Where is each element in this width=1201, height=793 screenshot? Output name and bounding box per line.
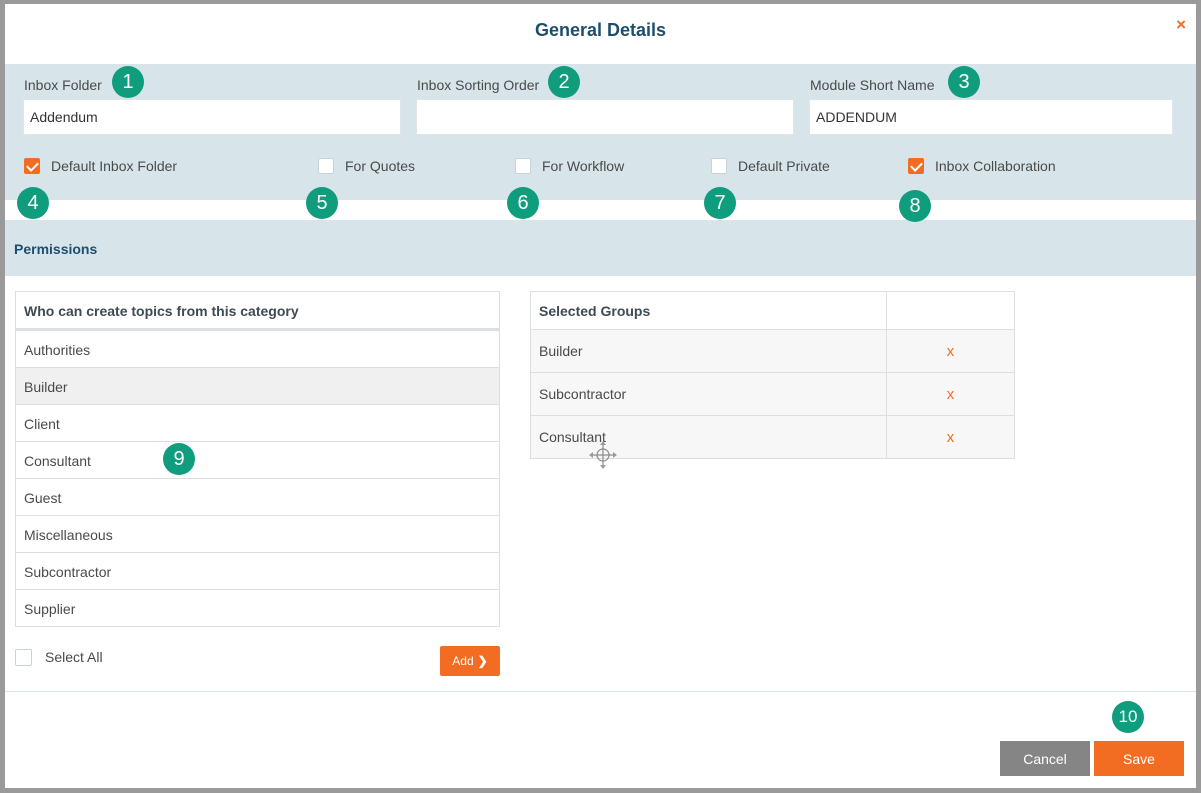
remove-icon[interactable]: x: [886, 329, 1015, 373]
available-groups-list: Who can create topics from this category…: [15, 291, 500, 627]
default-private-checkbox[interactable]: [711, 158, 727, 174]
save-button[interactable]: Save: [1094, 741, 1184, 776]
list-item[interactable]: Supplier: [16, 589, 499, 626]
available-groups-header: Who can create topics from this category: [16, 292, 499, 330]
annotation-badge-1: 1: [112, 66, 144, 98]
annotation-badge-10: 10: [1112, 701, 1144, 733]
annotation-badge-5: 5: [306, 187, 338, 219]
list-item[interactable]: Authorities: [16, 330, 499, 367]
list-item[interactable]: Consultant: [16, 441, 499, 478]
selected-group-name: Subcontractor: [530, 372, 887, 416]
default-inbox-folder-checkbox[interactable]: [24, 158, 40, 174]
chevron-right-icon: ❯: [477, 654, 488, 668]
for-quotes-label: For Quotes: [345, 158, 416, 174]
inbox-folder-label: Inbox Folder: [24, 77, 102, 93]
annotation-badge-2: 2: [548, 66, 580, 98]
inbox-collaboration-label: Inbox Collaboration: [935, 158, 1056, 174]
annotation-badge-7: 7: [704, 187, 736, 219]
annotation-badge-4: 4: [17, 187, 49, 219]
selected-group-name: Builder: [530, 329, 887, 373]
selected-group-name: Consultant: [530, 415, 887, 459]
select-all-checkbox[interactable]: [15, 649, 32, 666]
default-private-label: Default Private: [738, 158, 830, 174]
annotation-badge-6: 6: [507, 187, 539, 219]
list-item[interactable]: Guest: [16, 478, 499, 515]
list-item[interactable]: Miscellaneous: [16, 515, 499, 552]
for-quotes-checkbox[interactable]: [318, 158, 334, 174]
selected-groups-header: Selected Groups: [530, 291, 887, 330]
select-all-label: Select All: [45, 649, 103, 665]
table-header-row: Selected Groups: [530, 291, 1015, 330]
general-details-dialog: General Details × Inbox Folder Inbox Sor…: [5, 4, 1196, 788]
permissions-band: [5, 220, 1196, 276]
list-item[interactable]: Subcontractor: [16, 552, 499, 589]
inbox-sorting-order-input[interactable]: [416, 99, 794, 135]
inbox-folder-input[interactable]: [23, 99, 401, 135]
add-button[interactable]: Add ❯: [440, 646, 500, 676]
permissions-title: Permissions: [14, 241, 98, 257]
annotation-badge-3: 3: [948, 66, 980, 98]
module-short-name-label: Module Short Name: [810, 77, 935, 93]
add-button-label: Add: [452, 654, 474, 668]
for-workflow-checkbox[interactable]: [515, 158, 531, 174]
remove-icon[interactable]: x: [886, 415, 1015, 459]
module-short-name-input[interactable]: [809, 99, 1173, 135]
annotation-badge-9: 9: [163, 443, 195, 475]
move-cursor-icon: [589, 441, 617, 469]
selected-groups-table: Selected Groups Builder x Subcontractor …: [530, 291, 1015, 459]
list-item[interactable]: Client: [16, 404, 499, 441]
cancel-button[interactable]: Cancel: [1000, 741, 1090, 776]
remove-icon[interactable]: x: [886, 372, 1015, 416]
list-item[interactable]: Builder: [16, 367, 499, 404]
table-row: Subcontractor x: [530, 372, 1015, 416]
close-icon[interactable]: ×: [1176, 15, 1186, 35]
footer-divider: [5, 691, 1196, 692]
default-inbox-folder-label: Default Inbox Folder: [51, 158, 178, 174]
inbox-sorting-order-label: Inbox Sorting Order: [417, 77, 540, 93]
table-row: Builder x: [530, 329, 1015, 373]
for-workflow-label: For Workflow: [542, 158, 625, 174]
remove-column-header: [886, 291, 1015, 330]
annotation-badge-8: 8: [899, 190, 931, 222]
inbox-collaboration-checkbox[interactable]: [908, 158, 924, 174]
dialog-title: General Details: [534, 20, 667, 40]
